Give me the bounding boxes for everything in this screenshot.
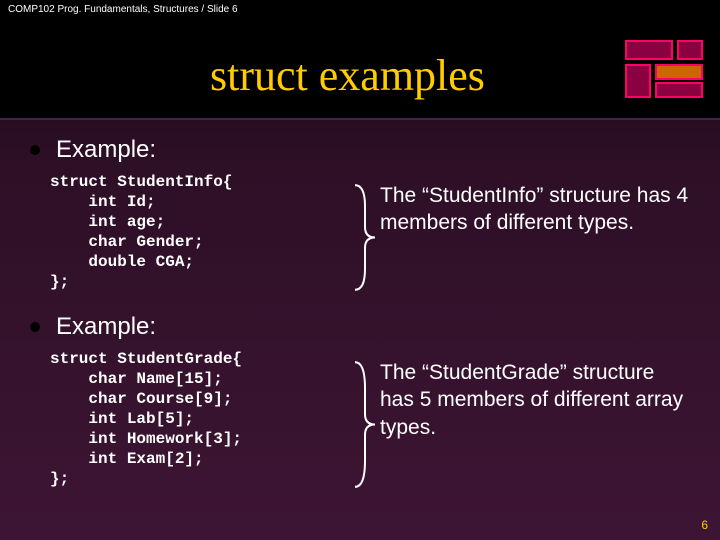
- example-label: Example:: [56, 313, 156, 341]
- bullet-icon: [30, 322, 40, 332]
- slide-content: Example: struct StudentInfo{ int Id; int…: [0, 120, 720, 504]
- example-section: Example: struct StudentGrade{ char Name[…: [50, 313, 690, 504]
- slide-header: COMP102 Prog. Fundamentals, Structures /…: [0, 0, 720, 20]
- brace-icon: [350, 357, 380, 492]
- bullet-line: Example:: [30, 313, 690, 341]
- code-block: struct StudentInfo{ int Id; int age; cha…: [50, 172, 350, 292]
- brace-icon: [350, 180, 380, 295]
- explanation-text: The “StudentGrade” structure has 5 membe…: [380, 349, 690, 441]
- example-label: Example:: [56, 136, 156, 164]
- example-section: Example: struct StudentInfo{ int Id; int…: [50, 136, 690, 307]
- logo-icon: [625, 40, 705, 100]
- bullet-line: Example:: [30, 136, 690, 164]
- code-block: struct StudentGrade{ char Name[15]; char…: [50, 349, 350, 489]
- explanation-text: The “StudentInfo” structure has 4 member…: [380, 172, 690, 237]
- breadcrumb: COMP102 Prog. Fundamentals, Structures /…: [8, 4, 238, 15]
- page-number: 6: [701, 518, 708, 532]
- bullet-icon: [30, 145, 40, 155]
- slide-title: struct examples: [210, 50, 485, 101]
- title-bar: struct examples: [0, 20, 720, 120]
